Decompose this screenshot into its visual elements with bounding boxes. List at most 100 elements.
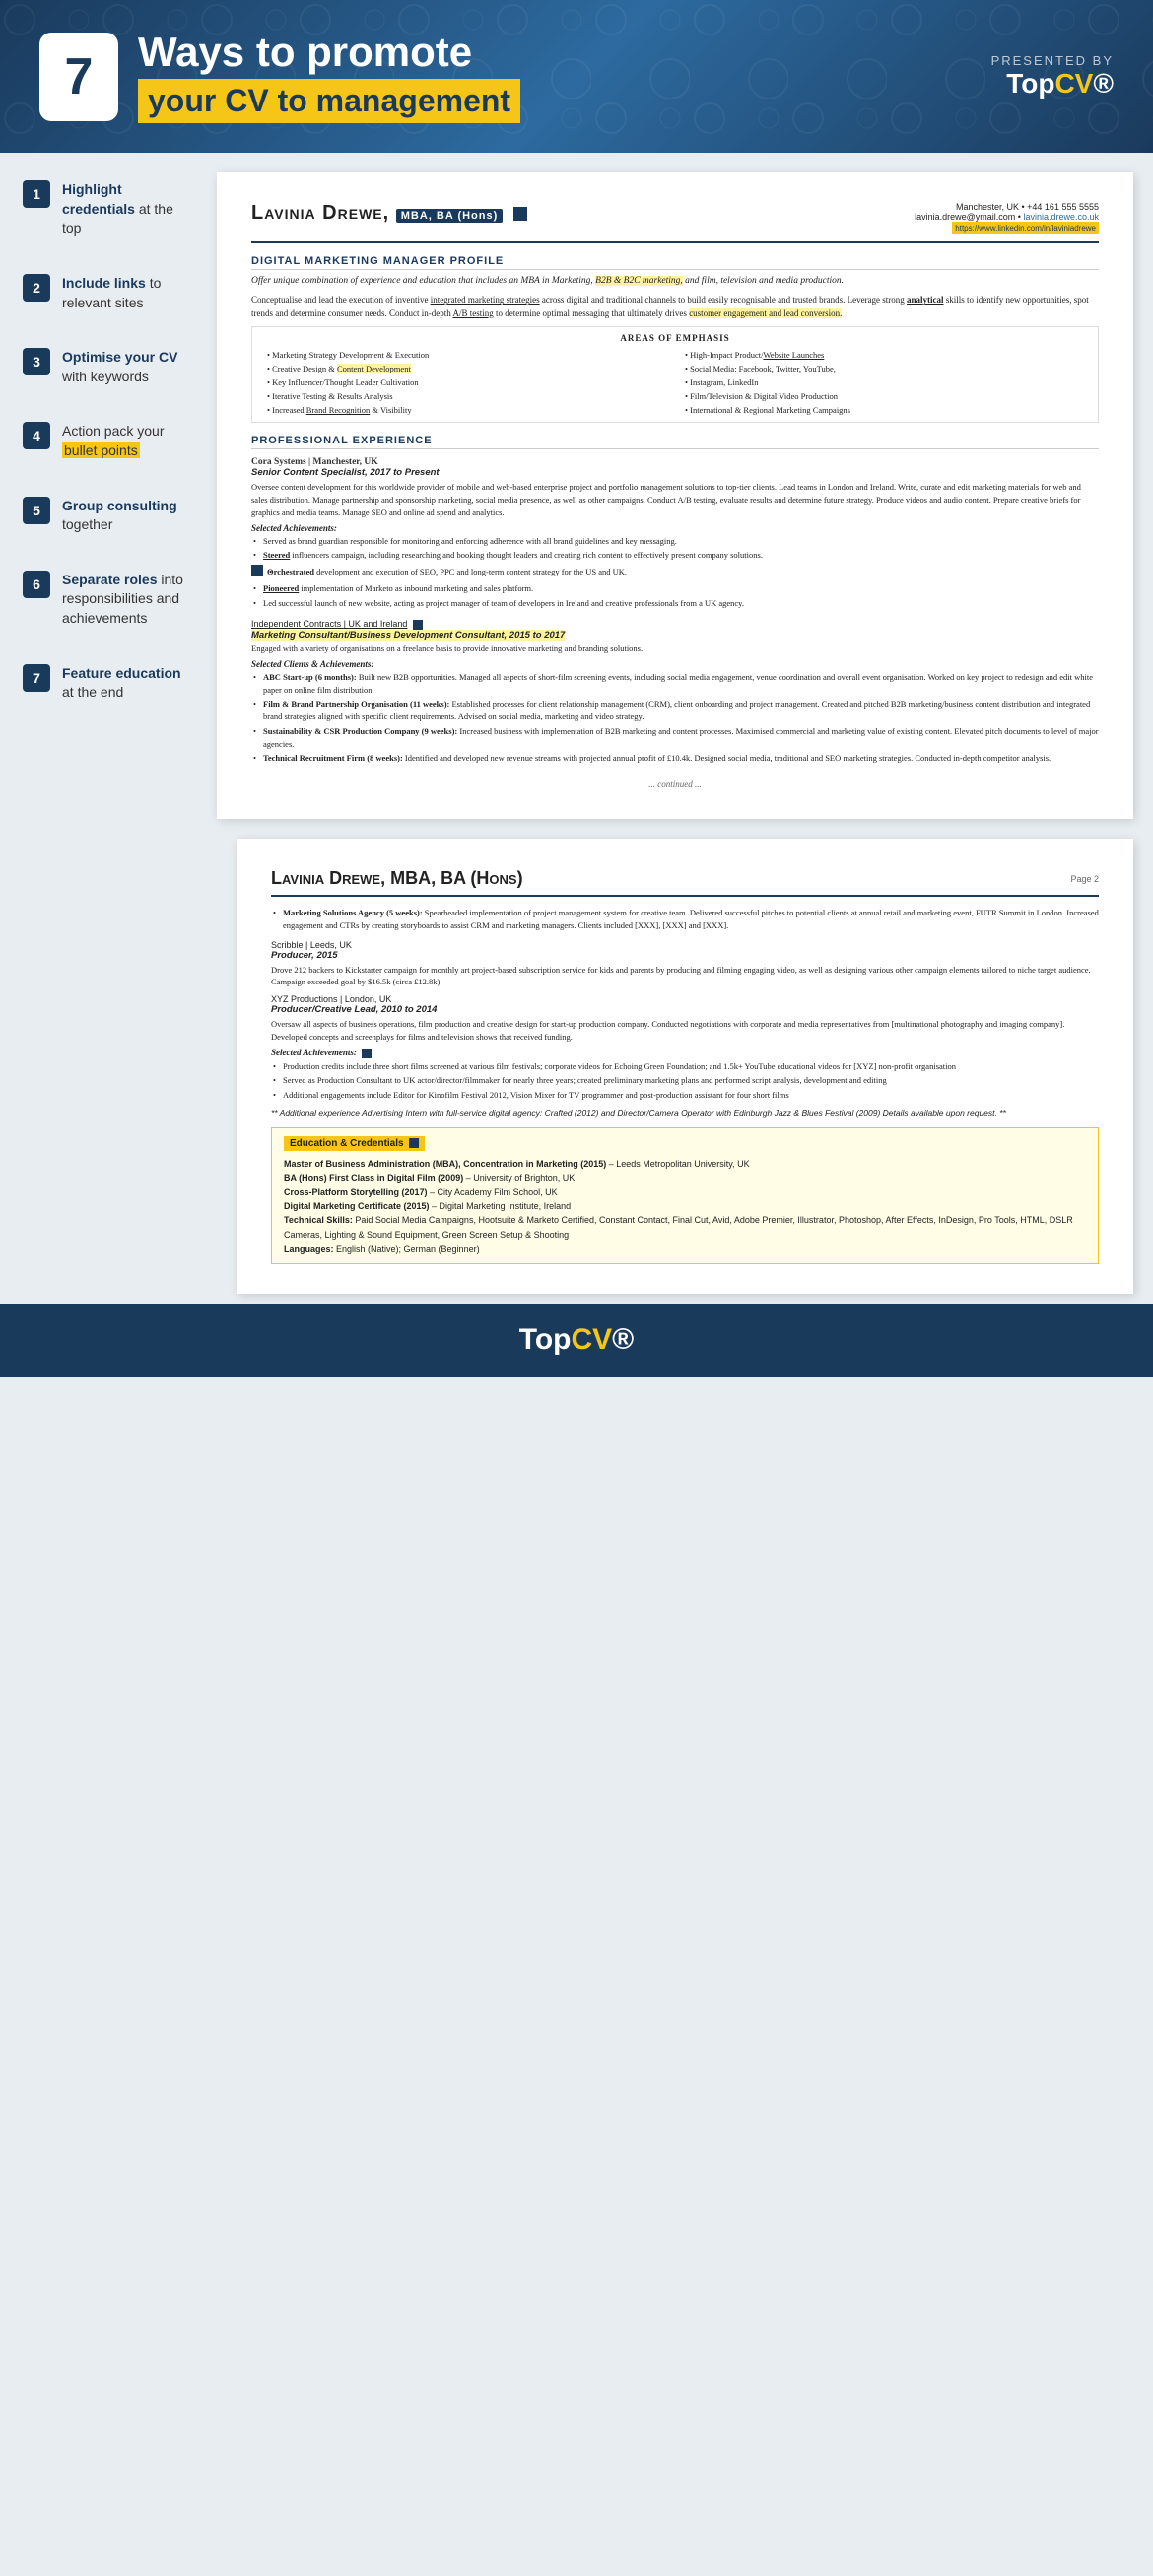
cv-sustainability: Sustainability & CSR Production Company … <box>263 726 457 736</box>
area-8: Instagram, LinkedIn <box>685 376 1083 388</box>
cv-job1-desc: Oversee content development for this wor… <box>251 481 1099 518</box>
tip-number-4: 4 <box>23 422 50 449</box>
cv-edu-technical: Technical Skills: Paid Social Media Camp… <box>284 1213 1086 1242</box>
tip-suffix-7: at the end <box>62 684 123 700</box>
tip-number-1: 1 <box>23 180 50 208</box>
cv-education-section: Education & Credentials Master of Busine… <box>271 1127 1099 1265</box>
cv-contact: Manchester, UK • +44 161 555 5555 lavini… <box>915 202 1099 234</box>
tip-number-2: 2 <box>23 274 50 302</box>
cv-job1-company: Cora Systems | Manchester, UK <box>251 457 378 467</box>
cv-name: Lavinia Drewe, MBA, BA (Hons) <box>251 202 527 224</box>
area-2: Creative Design & Content Development <box>267 363 665 374</box>
cv-contact-line2: lavinia.drewe@ymail.com • lavinia.drewe.… <box>915 212 1099 222</box>
tip-number-3: 3 <box>23 348 50 375</box>
tip-bold-1: Highlight credentials <box>62 181 135 217</box>
cv-profile-intro: Offer unique combination of experience a… <box>251 274 1099 288</box>
cv-continued: ... continued ... <box>251 780 1099 789</box>
cv-linkedin-link[interactable]: https://www.linkedin.com/in/laviniadrewe <box>952 222 1099 234</box>
cv-linkedin-anchor[interactable]: https://www.linkedin.com/in/laviniadrewe <box>955 224 1096 233</box>
cv-job4-block: XYZ Productions | London, UK Producer/Cr… <box>271 994 1099 1102</box>
cv-job1-achievement-3: Orchestrated development and execution o… <box>267 566 627 578</box>
cv-page2: Lavinia Drewe, MBA, BA (Hons) Page 2 Mar… <box>237 839 1133 1294</box>
cv-job1-achievement-1: Served as brand guardian responsible for… <box>251 535 1099 548</box>
tip-bold-6: Separate roles <box>62 572 158 587</box>
cv-steered: Steered <box>263 550 290 560</box>
cv-edu-digital: Digital Marketing Certificate (2015) – D… <box>284 1199 1086 1213</box>
tip-item-5: 5 Group consulting together <box>15 489 202 543</box>
page-header: 7 Ways to promote your CV to management … <box>0 0 1153 153</box>
header-presented: PRESENTED BY TopCV® <box>991 53 1114 100</box>
cv-name-text: Lavinia Drewe, <box>251 202 389 224</box>
cv-job3-company: Scribble | Leeds, UK <box>271 940 1099 950</box>
cv-edu-languages: Languages: English (Native); German (Beg… <box>284 1242 1086 1255</box>
tip-prefix-4: Action pack your <box>62 423 165 439</box>
header-number: 7 <box>39 33 118 121</box>
area-10: International & Regional Marketing Campa… <box>685 404 1083 416</box>
tip-number-6: 6 <box>23 571 50 598</box>
cv-job1-achievements-label: Selected Achievements: <box>251 523 1099 533</box>
cv-areas-grid: Areas of Emphasis Marketing Strategy Dev… <box>251 326 1099 423</box>
area-6: High-Impact Product/Website Launches <box>685 349 1083 361</box>
cv-job4-company: XYZ Productions | London, UK <box>271 994 1099 1004</box>
cv-email: lavinia.drewe@ymail.com • <box>915 212 1021 222</box>
cv-job4-ach-2: Served as Production Consultant to UK ac… <box>271 1074 1099 1087</box>
cv-customer-highlight: customer engagement and lead conversion. <box>689 308 842 318</box>
cv-name-block: Lavinia Drewe, MBA, BA (Hons) <box>251 202 527 225</box>
header-subtitle: your CV to management <box>138 79 520 123</box>
cv-job1-title: Senior Content Specialist, 2017 to Prese… <box>251 467 1099 478</box>
tip-highlight-4: bullet points <box>62 442 140 458</box>
cv-job1-header: Cora Systems | Manchester, UK <box>251 457 1099 467</box>
tip-bold-7: Feature education <box>62 665 181 681</box>
cv-selected-ach-label: Selected Achievements: <box>271 1048 357 1057</box>
tip-bold-5: Group consulting <box>62 498 177 513</box>
cv-edu-storytelling: Cross-Platform Storytelling (2017) – Cit… <box>284 1186 1086 1199</box>
cv-link-icon-2 <box>413 620 423 630</box>
page-footer: TopCV® <box>0 1304 1153 1377</box>
tip-text-1: Highlight credentials at the top <box>62 180 194 238</box>
cv-job2-desc: Engaged with a variety of organisations … <box>251 643 1099 655</box>
area-brand: Brand Recognition <box>306 405 370 415</box>
cv-pin-icon-1 <box>251 565 263 576</box>
cv-edu-lang-bold: Languages: <box>284 1244 334 1254</box>
area-3: Key Influencer/Thought Leader Cultivatio… <box>267 376 665 388</box>
tip-item-4: 4 Action pack your bullet points <box>15 414 202 468</box>
tip-suffix-5: together <box>62 516 112 532</box>
cv-highlight-b2b: B2B & B2C marketing, <box>595 276 683 286</box>
cv-credentials-badge: MBA, BA (Hons) <box>396 209 504 223</box>
tip-bold-3: Optimise your CV <box>62 349 177 365</box>
cv-edu-story-bold: Cross-Platform Storytelling (2017) <box>284 1187 428 1197</box>
cv-ab-testing: A/B testing <box>452 308 493 318</box>
area-1: Marketing Strategy Development & Executi… <box>267 349 665 361</box>
cv-abc: ABC Start-up (6 months): <box>263 672 357 682</box>
cv-job2-location-text: Independent Contracts | UK and Ireland <box>251 619 407 629</box>
cv-job2-block: Independent Contracts | UK and Ireland M… <box>251 619 1099 765</box>
cv-job4-desc: Oversaw all aspects of business operatio… <box>271 1018 1099 1044</box>
cv-analytical: analytical <box>907 295 944 305</box>
tip-text-6: Separate roles into responsibilities and… <box>62 571 194 629</box>
cv-integrated: integrated marketing strategies <box>431 295 540 305</box>
area-website-launches: Website Launches <box>763 350 824 360</box>
cv-areas-title: Areas of Emphasis <box>267 333 1083 343</box>
tip-text-3: Optimise your CV with keywords <box>62 348 194 386</box>
cv-website-link[interactable]: lavinia.drewe.co.uk <box>1023 212 1099 222</box>
cv-job2-client-1: ABC Start-up (6 months): Built new B2B o… <box>251 671 1099 697</box>
cv-name-bar: Lavinia Drewe, MBA, BA (Hons) Manchester… <box>251 202 1099 243</box>
header-text-block: Ways to promote your CV to management <box>138 30 520 123</box>
cv-edu-ba: BA (Hons) First Class in Digital Film (2… <box>284 1171 1086 1185</box>
cv-technical: Technical Recruitment Firm (8 weeks): <box>263 753 403 763</box>
linkedin-icon <box>513 207 527 221</box>
area-7: Social Media: Facebook, Twitter, YouTube… <box>685 363 1083 374</box>
tip-number-5: 5 <box>23 497 50 524</box>
cv-edu-tech-bold: Technical Skills: <box>284 1215 353 1225</box>
area-9: Film/Television & Digital Video Producti… <box>685 390 1083 402</box>
area-4: Iterative Testing & Results Analysis <box>267 390 665 402</box>
presented-by-label: PRESENTED BY <box>991 53 1114 68</box>
cv-edu-mba-bold: Master of Business Administration (MBA),… <box>284 1159 606 1169</box>
cv-job2-title: Marketing Consultant/Business Developmen… <box>251 630 565 641</box>
cv-orchestrated: Orchestrated <box>267 567 314 576</box>
cv-mktg-solutions: Marketing Solutions Agency (5 weeks): <box>283 908 423 917</box>
cv-page2-name: Lavinia Drewe, MBA, BA (Hons) <box>271 868 523 889</box>
cv-edu-mba: Master of Business Administration (MBA),… <box>284 1157 1086 1171</box>
cv-job4-title: Producer/Creative Lead, 2010 to 2014 <box>271 1004 1099 1015</box>
cv-profile-intro-text: Offer unique combination of experience a… <box>251 276 844 286</box>
